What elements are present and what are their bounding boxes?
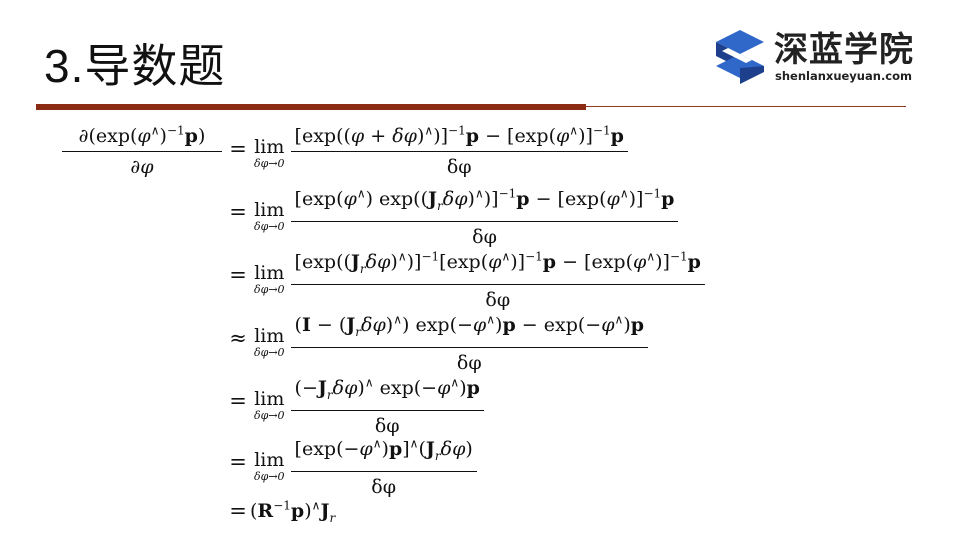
lim-subscript: δφ→0: [254, 346, 285, 359]
step-denominator: δφ: [485, 289, 511, 312]
step-numerator: (I − (Jrδφ)∧) exp(−φ∧)p − exp(−φ∧)p: [294, 312, 645, 339]
relation-sign: =: [229, 263, 247, 287]
logo: 深蓝学院 shenlanxueyuan.com: [712, 28, 922, 88]
step-denominator: δφ: [374, 415, 400, 438]
slide-title: 3.导数题: [44, 40, 226, 92]
lim-word: lim: [254, 449, 285, 471]
step-denominator: δφ: [472, 226, 497, 249]
lim-word: lim: [254, 199, 285, 221]
logo-name-en: shenlanxueyuan.com: [775, 69, 913, 83]
lim-word: lim: [254, 388, 285, 410]
lim-subscript: δφ→0: [254, 220, 285, 233]
logo-mark-icon: [716, 30, 764, 84]
header-divider-thick: [36, 104, 586, 110]
limit-operator: lim δφ→0: [254, 388, 285, 422]
lim-word: lim: [254, 325, 285, 347]
limit-operator: lim δφ→0: [254, 262, 285, 296]
step-numerator: [exp(−φ∧)p]∧(Jrδφ): [294, 436, 473, 463]
lhs-denominator: ∂φ: [130, 156, 154, 179]
step-numerator: (−Jrδφ)∧ exp(−φ∧)p: [294, 375, 480, 402]
equation-step-1: = lim δφ→0 [exp((φ + δφ)∧)]−1p − [exp(φ∧)…: [226, 124, 628, 179]
equation-step-5: = lim δφ→0 (−Jrδφ)∧ exp(−φ∧)p δφ: [226, 376, 484, 438]
limit-operator: lim δφ→0: [254, 325, 285, 359]
equation-step-2: = lim δφ→0 [exp(φ∧) exp((Jrδφ)∧)]−1p − [e…: [226, 186, 679, 249]
relation-sign: =: [229, 137, 247, 161]
lhs-numerator: ∂(exp(φ∧)−1p): [78, 123, 206, 147]
equation-step-3: = lim δφ→0 [exp((Jrδφ)∧)]−1[exp(φ∧)]−1p −…: [226, 250, 705, 312]
logo-name-cn: 深蓝学院: [774, 30, 914, 70]
relation-sign: =: [229, 450, 247, 474]
equation-step-4: ≈ lim δφ→0 (I − (Jrδφ)∧) exp(−φ∧)p − exp(…: [226, 312, 649, 375]
step-numerator: [exp((φ + δφ)∧)]−1p − [exp(φ∧)]−1p: [294, 123, 624, 147]
equation-final: = (R−1p)∧Jr: [226, 486, 335, 531]
final-result: (R−1p)∧Jr: [250, 498, 336, 525]
lim-subscript: δφ→0: [254, 409, 285, 422]
lim-subscript: δφ→0: [254, 283, 285, 296]
lim-subscript: δφ→0: [254, 470, 285, 483]
lim-word: lim: [254, 136, 285, 158]
step-numerator: [exp((Jrδφ)∧)]−1[exp(φ∧)]−1p − [exp(φ∧)]…: [294, 249, 701, 276]
relation-sign: =: [229, 499, 247, 523]
limit-operator: lim δφ→0: [254, 449, 285, 483]
step-denominator: δφ: [446, 156, 472, 179]
lim-word: lim: [254, 262, 285, 284]
step-denominator: δφ: [456, 352, 482, 375]
relation-sign: ≈: [229, 326, 247, 350]
lim-subscript: δφ→0: [254, 157, 285, 170]
relation-sign: =: [229, 200, 247, 224]
step-denominator: δφ: [371, 476, 397, 499]
derivative-lhs: ∂(exp(φ∧)−1p) ∂φ: [62, 124, 222, 179]
step-numerator: [exp(φ∧) exp((Jrδφ)∧)]−1p − [exp(φ∧)]−1p: [294, 186, 675, 213]
limit-operator: lim δφ→0: [254, 199, 285, 233]
relation-sign: =: [229, 389, 247, 413]
limit-operator: lim δφ→0: [254, 136, 285, 170]
